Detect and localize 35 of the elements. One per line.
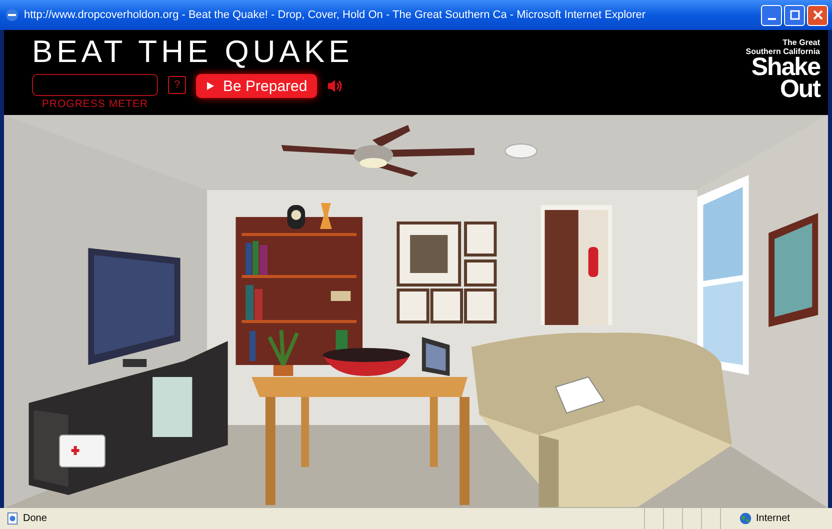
play-icon	[206, 81, 215, 91]
first-aid-kit[interactable]	[58, 434, 106, 468]
security-zone: Internet	[756, 513, 791, 524]
sofa[interactable]	[471, 332, 732, 507]
close-button[interactable]	[807, 4, 828, 26]
game-title: BEAT THE QUAKE	[32, 36, 354, 67]
progress-meter-label: PROGRESS METER	[42, 98, 148, 110]
page-icon	[6, 512, 19, 525]
logo-tagline: The Great	[782, 38, 820, 47]
maximize-button[interactable]	[784, 4, 805, 26]
picture-frames[interactable]	[396, 222, 497, 324]
document-paper[interactable]	[554, 376, 605, 414]
help-button[interactable]: ?	[168, 76, 186, 94]
speaker-icon[interactable]	[327, 79, 344, 93]
fruit-bowl[interactable]	[322, 348, 410, 376]
window-title: http://www.dropcoverholdon.org - Beat the Quake! - Drop, Cover, Hold On - The Great Southern Ca - Microsoft Internet Explorer	[24, 9, 647, 21]
logo-tagline: Southern California	[746, 47, 820, 56]
minimize-icon	[768, 18, 776, 20]
close-icon	[812, 10, 822, 20]
tv-stand[interactable]	[28, 341, 228, 495]
bookshelf[interactable]	[236, 217, 363, 365]
logo-word: Shake	[751, 56, 820, 78]
wall-painting[interactable]	[768, 213, 818, 327]
globe-icon	[739, 512, 752, 525]
door[interactable]	[540, 205, 612, 325]
vase[interactable]	[320, 203, 332, 229]
logo-word: Out	[780, 78, 820, 100]
maximize-icon	[790, 10, 800, 20]
minimize-button[interactable]	[761, 4, 782, 26]
television[interactable]	[88, 248, 180, 367]
photo-frame[interactable]	[422, 337, 450, 376]
be-prepared-button[interactable]: Be Prepared	[196, 74, 318, 98]
potted-plant[interactable]	[267, 328, 300, 376]
ceiling-fan[interactable]	[281, 125, 474, 177]
status-text: Done	[23, 513, 47, 524]
